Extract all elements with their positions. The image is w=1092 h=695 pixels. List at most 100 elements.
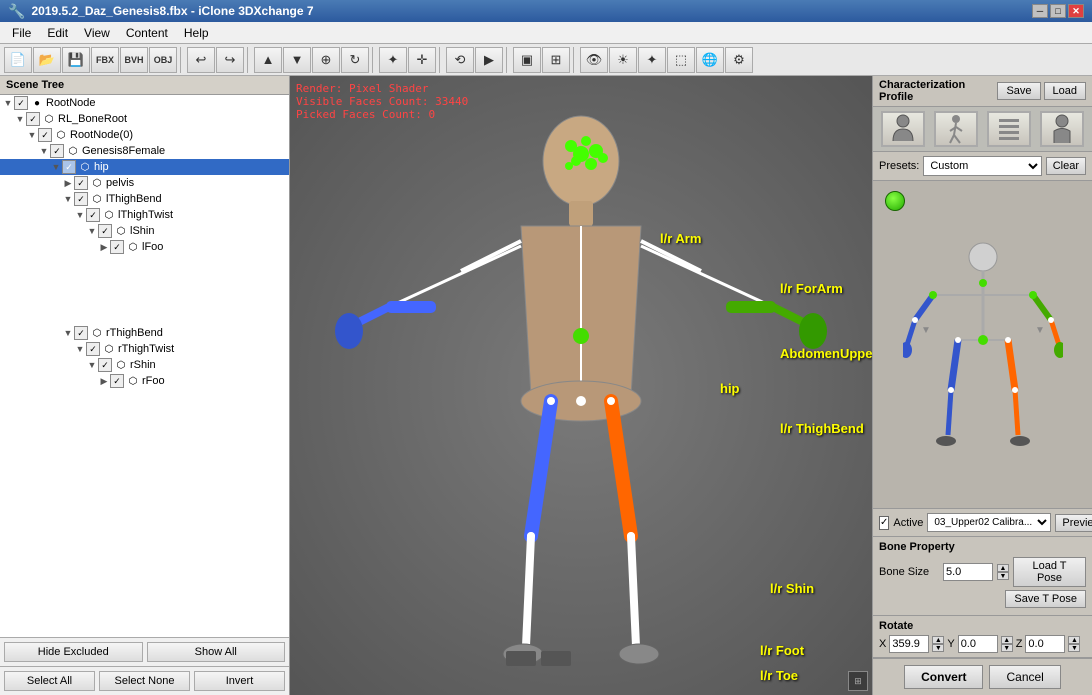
tree-check-rthightwist[interactable]: ✓ [86,342,100,356]
bone-size-down[interactable]: ▼ [997,572,1009,580]
tree-node-rootnode[interactable]: ▼ ✓ ● RootNode [0,95,289,111]
tree-arrow-genesis[interactable]: ▼ [38,146,50,156]
bvh-button[interactable]: BVH [120,47,148,73]
obj-button[interactable]: OBJ [149,47,177,73]
move-button[interactable]: ✛ [408,47,436,73]
tree-node-rthightwist[interactable]: ▼ ✓ ⬡ rThighTwist [0,341,289,357]
menu-help[interactable]: Help [176,24,217,42]
rotate-x-input[interactable] [889,635,929,653]
render-button[interactable]: ✦ [638,47,666,73]
grid-button[interactable]: ⊞ [542,47,570,73]
tree-node-hip[interactable]: ▼ ✓ ⬡ hip [0,159,289,175]
tree-arrow-hip[interactable]: ▼ [50,162,62,172]
transform-button[interactable]: ⊕ [312,47,340,73]
play-button[interactable]: ▶ [475,47,503,73]
cancel-button[interactable]: Cancel [989,665,1060,689]
fbx-button[interactable]: FBX [91,47,119,73]
rotate-tool-button[interactable]: ↻ [341,47,369,73]
rotate-z-spinner[interactable]: ▲ ▼ [1068,636,1080,652]
clear-button[interactable]: Clear [1046,157,1086,175]
tree-node-rshin[interactable]: ▼ ✓ ⬡ rShin [0,357,289,373]
tree-node-genesis[interactable]: ▼ ✓ ⬡ Genesis8Female [0,143,289,159]
tree-check-pelvis[interactable]: ✓ [74,176,88,190]
tree-node-lthightwist[interactable]: ▼ ✓ ⬡ lThighTwist [0,207,289,223]
tree-arrow-rfoo[interactable]: ▶ [98,376,110,387]
bone-size-spinner[interactable]: ▲ ▼ [997,564,1009,580]
tree-node-rl-bone[interactable]: ▼ ✓ ⬡ RL_BoneRoot [0,111,289,127]
tree-check-hip[interactable]: ✓ [62,160,76,174]
tree-arrow-lthighbend[interactable]: ▼ [62,194,74,204]
redo-button[interactable]: ↪ [216,47,244,73]
tree-arrow-lfoo[interactable]: ▶ [98,242,110,253]
tree-check-genesis[interactable]: ✓ [50,144,64,158]
tree-check-rthighbend[interactable]: ✓ [74,326,88,340]
tree-check-rfoo[interactable]: ✓ [110,374,124,388]
move-up-button[interactable]: ▲ [254,47,282,73]
tree-check-lthighbend[interactable]: ✓ [74,192,88,206]
tree-check-rootnode0[interactable]: ✓ [38,128,52,142]
frame-button[interactable]: ▣ [513,47,541,73]
rotate-y-input[interactable] [958,635,998,653]
menu-content[interactable]: Content [118,24,176,42]
profile-load-button[interactable]: Load [1044,82,1086,100]
light-button[interactable]: ☀ [609,47,637,73]
tree-arrow-rthightwist[interactable]: ▼ [74,344,86,354]
tree-content[interactable]: ▼ ✓ ● RootNode ▼ ✓ ⬡ RL_BoneRoot ▼ [0,95,289,637]
invert-button[interactable]: Invert [194,671,285,691]
view1-button[interactable]: 👁 [580,47,608,73]
rot-x-up[interactable]: ▲ [932,636,944,644]
rotate-y-spinner[interactable]: ▲ ▼ [1001,636,1013,652]
profile-icon-walk[interactable] [934,111,978,147]
rot-y-up[interactable]: ▲ [1001,636,1013,644]
reset-button[interactable]: ⟲ [446,47,474,73]
move-down-button[interactable]: ▼ [283,47,311,73]
tree-arrow-rootnode[interactable]: ▼ [2,98,14,108]
world-button[interactable]: 🌐 [696,47,724,73]
save-button[interactable]: 💾 [62,47,90,73]
maximize-button[interactable]: □ [1050,4,1066,18]
bone-size-up[interactable]: ▲ [997,564,1009,572]
tree-node-rthighbend[interactable]: ▼ ✓ ⬡ rThighBend [0,325,289,341]
tree-arrow-rl-bone[interactable]: ▼ [14,114,26,124]
tree-check-rl-bone[interactable]: ✓ [26,112,40,126]
menu-file[interactable]: File [4,24,39,42]
tree-arrow-lthightwist[interactable]: ▼ [74,210,86,220]
select-none-button[interactable]: Select None [99,671,190,691]
close-button[interactable]: ✕ [1068,4,1084,18]
tree-node-lshin[interactable]: ▼ ✓ ⬡ lShin [0,223,289,239]
profile-icon-list[interactable] [987,111,1031,147]
tree-check-lshin[interactable]: ✓ [98,224,112,238]
presets-select[interactable]: Custom [923,156,1041,176]
load-t-pose-button[interactable]: Load T Pose [1013,557,1086,587]
tree-node-pelvis[interactable]: ▶ ✓ ⬡ pelvis [0,175,289,191]
undo-button[interactable]: ↩ [187,47,215,73]
convert-button[interactable]: Convert [904,665,983,689]
settings-button[interactable]: ⚙ [725,47,753,73]
tree-check-rootnode[interactable]: ✓ [14,96,28,110]
preview-button[interactable]: Preview [1055,514,1092,532]
tree-scroll[interactable]: ▼ ✓ ● RootNode ▼ ✓ ⬡ RL_BoneRoot ▼ [0,95,289,637]
rot-x-down[interactable]: ▼ [932,644,944,652]
rot-y-down[interactable]: ▼ [1001,644,1013,652]
open-button[interactable]: 📂 [33,47,61,73]
minimize-button[interactable]: ─ [1032,4,1048,18]
tree-check-lthightwist[interactable]: ✓ [86,208,100,222]
tree-node-rfoo[interactable]: ▶ ✓ ⬡ rFoo [0,373,289,389]
menu-edit[interactable]: Edit [39,24,76,42]
rot-z-up[interactable]: ▲ [1068,636,1080,644]
tree-arrow-lshin[interactable]: ▼ [86,226,98,236]
profile-save-button[interactable]: Save [997,82,1040,100]
tree-node-rootnode0[interactable]: ▼ ✓ ⬡ RootNode(0) [0,127,289,143]
profile-icon-person[interactable] [881,111,925,147]
save-t-pose-button[interactable]: Save T Pose [1005,590,1086,608]
tree-arrow-rshin[interactable]: ▼ [86,360,98,370]
tree-node-lfoo[interactable]: ▶ ✓ ⬡ lFoo [0,239,289,255]
viewport[interactable]: Render: Pixel Shader Visible Faces Count… [290,76,872,695]
rotate-x-spinner[interactable]: ▲ ▼ [932,636,944,652]
calibration-select[interactable]: 03_Upper02 Calibra... [927,513,1051,532]
tree-arrow-pelvis[interactable]: ▶ [62,178,74,189]
hide-excluded-button[interactable]: Hide Excluded [4,642,143,662]
rot-z-down[interactable]: ▼ [1068,644,1080,652]
rotate-z-input[interactable] [1025,635,1065,653]
tree-arrow-rootnode0[interactable]: ▼ [26,130,38,140]
